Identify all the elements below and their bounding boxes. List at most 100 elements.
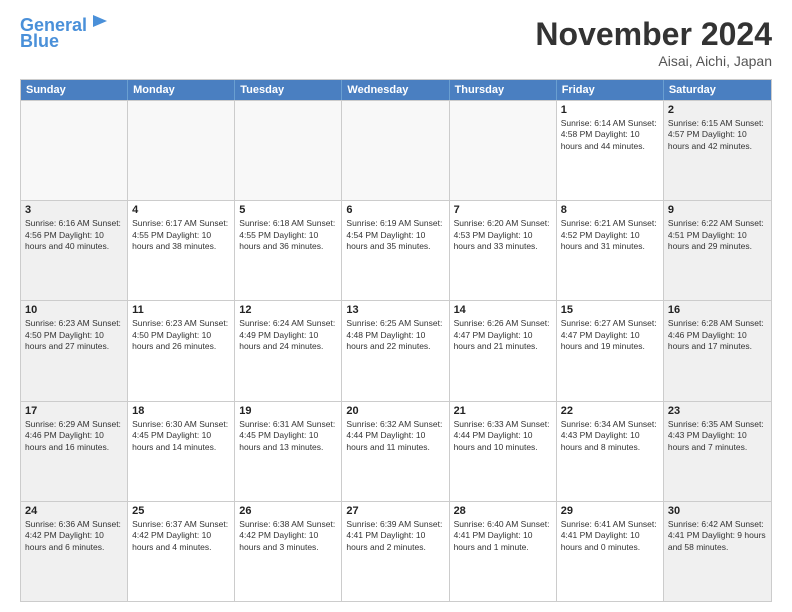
day-info: Sunrise: 6:31 AM Sunset: 4:45 PM Dayligh… bbox=[239, 419, 337, 453]
weekday-header: Sunday bbox=[21, 80, 128, 100]
calendar-cell: 25 Sunrise: 6:37 AM Sunset: 4:42 PM Dayli… bbox=[128, 502, 235, 601]
day-number: 25 bbox=[132, 505, 230, 517]
calendar-cell: 27 Sunrise: 6:39 AM Sunset: 4:41 PM Dayli… bbox=[342, 502, 449, 601]
calendar-cell bbox=[342, 101, 449, 200]
day-info: Sunrise: 6:36 AM Sunset: 4:42 PM Dayligh… bbox=[25, 519, 123, 553]
calendar: SundayMondayTuesdayWednesdayThursdayFrid… bbox=[20, 79, 772, 602]
day-number: 27 bbox=[346, 505, 444, 517]
day-number: 30 bbox=[668, 505, 767, 517]
day-number: 10 bbox=[25, 304, 123, 316]
title-block: November 2024 Aisai, Aichi, Japan bbox=[535, 16, 772, 69]
day-number: 6 bbox=[346, 204, 444, 216]
day-info: Sunrise: 6:19 AM Sunset: 4:54 PM Dayligh… bbox=[346, 218, 444, 252]
day-info: Sunrise: 6:41 AM Sunset: 4:41 PM Dayligh… bbox=[561, 519, 659, 553]
day-info: Sunrise: 6:18 AM Sunset: 4:55 PM Dayligh… bbox=[239, 218, 337, 252]
day-info: Sunrise: 6:29 AM Sunset: 4:46 PM Dayligh… bbox=[25, 419, 123, 453]
calendar-cell: 19 Sunrise: 6:31 AM Sunset: 4:45 PM Dayli… bbox=[235, 402, 342, 501]
day-info: Sunrise: 6:28 AM Sunset: 4:46 PM Dayligh… bbox=[668, 318, 767, 352]
weekday-header: Tuesday bbox=[235, 80, 342, 100]
calendar-cell: 12Sunrise: 6:24 AM Sunset: 4:49 PM Dayli… bbox=[235, 301, 342, 400]
day-info: Sunrise: 6:21 AM Sunset: 4:52 PM Dayligh… bbox=[561, 218, 659, 252]
day-number: 18 bbox=[132, 405, 230, 417]
day-number: 3 bbox=[25, 204, 123, 216]
weekday-header: Friday bbox=[557, 80, 664, 100]
calendar-cell: 22 Sunrise: 6:34 AM Sunset: 4:43 PM Dayli… bbox=[557, 402, 664, 501]
calendar-cell: 11 Sunrise: 6:23 AM Sunset: 4:50 PM Dayli… bbox=[128, 301, 235, 400]
day-info: Sunrise: 6:40 AM Sunset: 4:41 PM Dayligh… bbox=[454, 519, 552, 553]
calendar-cell: 29 Sunrise: 6:41 AM Sunset: 4:41 PM Dayli… bbox=[557, 502, 664, 601]
calendar-row: 3 Sunrise: 6:16 AM Sunset: 4:56 PM Daylig… bbox=[21, 200, 771, 300]
calendar-cell: 1Sunrise: 6:14 AM Sunset: 4:58 PM Daylig… bbox=[557, 101, 664, 200]
calendar-cell: 18 Sunrise: 6:30 AM Sunset: 4:45 PM Dayli… bbox=[128, 402, 235, 501]
weekday-header: Saturday bbox=[664, 80, 771, 100]
calendar-row: 17Sunrise: 6:29 AM Sunset: 4:46 PM Dayli… bbox=[21, 401, 771, 501]
day-number: 1 bbox=[561, 104, 659, 116]
day-number: 26 bbox=[239, 505, 337, 517]
day-info: Sunrise: 6:42 AM Sunset: 4:41 PM Dayligh… bbox=[668, 519, 767, 553]
calendar-cell: 17Sunrise: 6:29 AM Sunset: 4:46 PM Dayli… bbox=[21, 402, 128, 501]
calendar-cell: 3 Sunrise: 6:16 AM Sunset: 4:56 PM Daylig… bbox=[21, 201, 128, 300]
weekday-header: Thursday bbox=[450, 80, 557, 100]
calendar-cell: 15Sunrise: 6:27 AM Sunset: 4:47 PM Dayli… bbox=[557, 301, 664, 400]
calendar-cell: 23 Sunrise: 6:35 AM Sunset: 4:43 PM Dayli… bbox=[664, 402, 771, 501]
logo: General Blue bbox=[20, 16, 111, 52]
page: General Blue November 2024 Aisai, Aichi,… bbox=[0, 0, 792, 612]
day-info: Sunrise: 6:35 AM Sunset: 4:43 PM Dayligh… bbox=[668, 419, 767, 453]
calendar-cell: 26 Sunrise: 6:38 AM Sunset: 4:42 PM Dayli… bbox=[235, 502, 342, 601]
calendar-cell: 24 Sunrise: 6:36 AM Sunset: 4:42 PM Dayli… bbox=[21, 502, 128, 601]
day-info: Sunrise: 6:26 AM Sunset: 4:47 PM Dayligh… bbox=[454, 318, 552, 352]
calendar-row: 24 Sunrise: 6:36 AM Sunset: 4:42 PM Dayli… bbox=[21, 501, 771, 601]
header: General Blue November 2024 Aisai, Aichi,… bbox=[20, 16, 772, 69]
logo-icon bbox=[89, 13, 111, 35]
day-number: 23 bbox=[668, 405, 767, 417]
calendar-cell: 6 Sunrise: 6:19 AM Sunset: 4:54 PM Daylig… bbox=[342, 201, 449, 300]
calendar-row: 1Sunrise: 6:14 AM Sunset: 4:58 PM Daylig… bbox=[21, 100, 771, 200]
day-number: 20 bbox=[346, 405, 444, 417]
day-info: Sunrise: 6:38 AM Sunset: 4:42 PM Dayligh… bbox=[239, 519, 337, 553]
day-info: Sunrise: 6:37 AM Sunset: 4:42 PM Dayligh… bbox=[132, 519, 230, 553]
calendar-cell: 28 Sunrise: 6:40 AM Sunset: 4:41 PM Dayli… bbox=[450, 502, 557, 601]
day-number: 21 bbox=[454, 405, 552, 417]
day-info: Sunrise: 6:34 AM Sunset: 4:43 PM Dayligh… bbox=[561, 419, 659, 453]
day-number: 22 bbox=[561, 405, 659, 417]
day-number: 29 bbox=[561, 505, 659, 517]
day-number: 11 bbox=[132, 304, 230, 316]
month-title: November 2024 bbox=[535, 16, 772, 53]
day-number: 5 bbox=[239, 204, 337, 216]
calendar-header: SundayMondayTuesdayWednesdayThursdayFrid… bbox=[21, 80, 771, 100]
day-info: Sunrise: 6:33 AM Sunset: 4:44 PM Dayligh… bbox=[454, 419, 552, 453]
day-number: 15 bbox=[561, 304, 659, 316]
day-number: 14 bbox=[454, 304, 552, 316]
weekday-header: Wednesday bbox=[342, 80, 449, 100]
day-info: Sunrise: 6:20 AM Sunset: 4:53 PM Dayligh… bbox=[454, 218, 552, 252]
calendar-cell bbox=[235, 101, 342, 200]
day-info: Sunrise: 6:30 AM Sunset: 4:45 PM Dayligh… bbox=[132, 419, 230, 453]
day-info: Sunrise: 6:39 AM Sunset: 4:41 PM Dayligh… bbox=[346, 519, 444, 553]
day-number: 28 bbox=[454, 505, 552, 517]
day-info: Sunrise: 6:17 AM Sunset: 4:55 PM Dayligh… bbox=[132, 218, 230, 252]
calendar-cell: 20Sunrise: 6:32 AM Sunset: 4:44 PM Dayli… bbox=[342, 402, 449, 501]
calendar-row: 10 Sunrise: 6:23 AM Sunset: 4:50 PM Dayli… bbox=[21, 300, 771, 400]
calendar-cell bbox=[21, 101, 128, 200]
day-info: Sunrise: 6:16 AM Sunset: 4:56 PM Dayligh… bbox=[25, 218, 123, 252]
day-number: 4 bbox=[132, 204, 230, 216]
day-info: Sunrise: 6:15 AM Sunset: 4:57 PM Dayligh… bbox=[668, 118, 767, 152]
day-number: 24 bbox=[25, 505, 123, 517]
day-info: Sunrise: 6:25 AM Sunset: 4:48 PM Dayligh… bbox=[346, 318, 444, 352]
calendar-cell: 2 Sunrise: 6:15 AM Sunset: 4:57 PM Daylig… bbox=[664, 101, 771, 200]
day-number: 8 bbox=[561, 204, 659, 216]
calendar-cell: 8 Sunrise: 6:21 AM Sunset: 4:52 PM Daylig… bbox=[557, 201, 664, 300]
calendar-cell bbox=[450, 101, 557, 200]
day-number: 19 bbox=[239, 405, 337, 417]
day-info: Sunrise: 6:23 AM Sunset: 4:50 PM Dayligh… bbox=[132, 318, 230, 352]
calendar-cell: 9Sunrise: 6:22 AM Sunset: 4:51 PM Daylig… bbox=[664, 201, 771, 300]
day-info: Sunrise: 6:23 AM Sunset: 4:50 PM Dayligh… bbox=[25, 318, 123, 352]
day-number: 16 bbox=[668, 304, 767, 316]
calendar-cell: 14 Sunrise: 6:26 AM Sunset: 4:47 PM Dayli… bbox=[450, 301, 557, 400]
calendar-cell: 7Sunrise: 6:20 AM Sunset: 4:53 PM Daylig… bbox=[450, 201, 557, 300]
calendar-cell: 16 Sunrise: 6:28 AM Sunset: 4:46 PM Dayli… bbox=[664, 301, 771, 400]
day-number: 2 bbox=[668, 104, 767, 116]
calendar-body: 1Sunrise: 6:14 AM Sunset: 4:58 PM Daylig… bbox=[21, 100, 771, 601]
calendar-cell: 10 Sunrise: 6:23 AM Sunset: 4:50 PM Dayli… bbox=[21, 301, 128, 400]
day-info: Sunrise: 6:22 AM Sunset: 4:51 PM Dayligh… bbox=[668, 218, 767, 252]
